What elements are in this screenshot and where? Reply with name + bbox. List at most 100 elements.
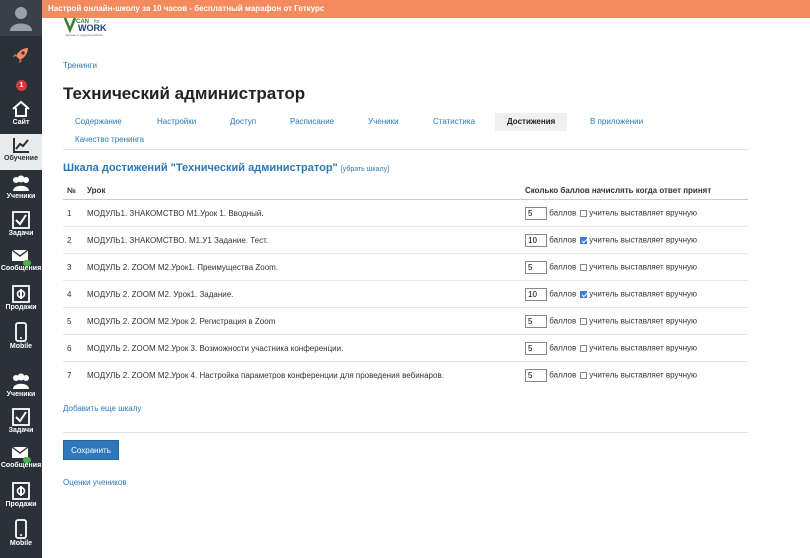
sidebar-item-mobile[interactable]: Mobile (0, 517, 42, 553)
tab-training-quality[interactable]: Качество тренинга (63, 131, 156, 149)
row-number: 3 (63, 253, 87, 281)
lesson-name: МОДУЛЬ 2. ZOOM М2.Урок 2. Регистрация в … (87, 307, 525, 335)
rocket-icon[interactable] (0, 40, 42, 70)
add-scale-link[interactable]: Добавить еще шкалу (63, 404, 141, 413)
points-input[interactable] (525, 314, 547, 328)
svg-text:WORK: WORK (78, 23, 107, 33)
manual-checkbox[interactable] (580, 344, 588, 352)
sidebar-item-messages[interactable]: Сообщения (0, 443, 42, 479)
sidebar-item-label: Сообщения (0, 462, 42, 469)
sidebar-item-students[interactable]: Ученики (0, 370, 42, 406)
tab-settings[interactable]: Настройки (145, 113, 208, 131)
points-unit: баллов (549, 289, 577, 299)
points-cell: баллов учитель выставляет вручную (525, 199, 748, 227)
sidebar-item-label: Задачи (8, 427, 34, 434)
table-row: 4 МОДУЛЬ 2. ZOOM М2. Урок1. Задание. бал… (63, 280, 748, 308)
points-unit: баллов (549, 343, 577, 353)
avatar[interactable] (0, 0, 42, 36)
points-input[interactable] (525, 260, 547, 274)
table-row: 3 МОДУЛЬ 2. ZOOM М2.Урок1. Преимущества … (63, 253, 748, 281)
sidebar-item-label: Продажи (5, 501, 37, 508)
manual-checkbox[interactable] (580, 209, 588, 217)
lesson-name: МОДУЛЬ 2. ZOOM М2.Урок 3. Возможности уч… (87, 334, 525, 362)
lesson-name: МОДУЛЬ 2. ZOOM М2.Урок 4. Настройка пара… (87, 361, 525, 388)
sidebar-item-learning[interactable]: Обучение (0, 134, 42, 170)
row-number: 5 (63, 307, 87, 335)
student-grades-link[interactable]: Оценки учеников (63, 478, 127, 487)
breadcrumb-trainings[interactable]: Тренинги (63, 61, 97, 70)
notification-badge[interactable]: 1 (16, 80, 27, 91)
points-cell: баллов учитель выставляет вручную (525, 280, 748, 308)
points-cell: баллов учитель выставляет вручную (525, 334, 748, 362)
manual-checkbox[interactable] (580, 263, 588, 271)
sidebar-item-site[interactable]: Сайт (0, 98, 42, 134)
manual-label: учитель выставляет вручную (589, 208, 698, 218)
remove-scale-link[interactable]: [убрать шкалу] (341, 166, 389, 173)
section-title: Шкала достижений "Технический администра… (63, 162, 338, 174)
table-row: 6 МОДУЛЬ 2. ZOOM М2.Урок 3. Возможности … (63, 334, 748, 362)
manual-checkbox[interactable] (580, 317, 588, 325)
lesson-name: МОДУЛЬ1. ЗНАКОМСТВО М1.Урок 1. Вводный. (87, 199, 525, 227)
manual-label: учитель выставляет вручную (589, 289, 698, 299)
sidebar-item-tasks[interactable]: Задачи (0, 209, 42, 245)
sidebar-item-label: Задачи (8, 230, 34, 237)
tab-access[interactable]: Доступ (218, 113, 268, 131)
phone-icon (15, 519, 27, 539)
lesson-name: МОДУЛЬ 2. ZOOM М2. Урок1. Задание. (87, 280, 525, 308)
page-title: Технический администратор (63, 84, 306, 103)
points-input[interactable] (525, 341, 547, 355)
row-number: 2 (63, 226, 87, 254)
tab-content[interactable]: Содержание (63, 113, 134, 131)
sidebar-item-label: Обучение (4, 155, 38, 162)
points-input[interactable] (525, 287, 547, 301)
message-count-dot (23, 457, 31, 463)
sidebar-item-sales[interactable]: Продажи (0, 480, 42, 516)
sidebar: 1 Сайт Обучение Ученики Задачи Сообщения… (0, 0, 42, 558)
school-logo[interactable]: CAN for WORK партнёр в трудоустройстве (63, 16, 118, 38)
sidebar-item-label: Mobile (9, 540, 33, 547)
achievement-table: № Урок Сколько баллов начислять когда от… (63, 181, 748, 388)
manual-checkbox[interactable] (580, 371, 588, 379)
tab-in-app[interactable]: В приложении (578, 113, 655, 131)
tab-achievements[interactable]: Достижения (495, 113, 568, 131)
column-header-points: Сколько баллов начислять когда ответ при… (525, 181, 748, 200)
points-unit: баллов (549, 208, 577, 218)
table-row: 1 МОДУЛЬ1. ЗНАКОМСТВО М1.Урок 1. Вводный… (63, 199, 748, 227)
sidebar-item-tasks[interactable]: Задачи (0, 406, 42, 442)
manual-label: учитель выставляет вручную (589, 235, 698, 245)
sidebar-item-mobile[interactable]: Mobile (0, 320, 42, 356)
achievement-scale-heading: Шкала достижений "Технический администра… (63, 162, 389, 174)
sidebar-item-sales[interactable]: Продажи (0, 283, 42, 319)
table-row: 7 МОДУЛЬ 2. ZOOM М2.Урок 4. Настройка па… (63, 361, 748, 388)
tab-statistics[interactable]: Статистика (421, 113, 487, 131)
row-number: 1 (63, 199, 87, 227)
sidebar-item-label: Ученики (6, 193, 36, 200)
sidebar-item-label: Сайт (12, 119, 30, 126)
manual-checkbox[interactable] (580, 236, 588, 244)
column-header-num: № (63, 181, 87, 200)
points-input[interactable] (525, 233, 547, 247)
sidebar-item-label: Сообщения (0, 265, 42, 272)
message-count-dot (23, 260, 31, 266)
users-icon (13, 175, 29, 191)
points-cell: баллов учитель выставляет вручную (525, 307, 748, 335)
sidebar-item-students[interactable]: Ученики (0, 172, 42, 208)
phone-icon (15, 322, 27, 342)
points-cell: баллов учитель выставляет вручную (525, 361, 748, 388)
row-number: 7 (63, 361, 87, 388)
points-input[interactable] (525, 206, 547, 220)
promo-banner[interactable]: Настрой онлайн-школу за 10 часов - беспл… (42, 0, 810, 18)
points-unit: баллов (549, 316, 577, 326)
manual-checkbox[interactable] (580, 290, 588, 298)
sidebar-item-messages[interactable]: Сообщения (0, 246, 42, 282)
save-button[interactable]: Сохранить (63, 440, 119, 460)
users-icon (13, 373, 29, 389)
points-unit: баллов (549, 235, 577, 245)
tab-schedule[interactable]: Расписание (278, 113, 346, 131)
training-tabs: Содержание Настройки Доступ Расписание У… (63, 113, 748, 150)
points-unit: баллов (549, 262, 577, 272)
points-input[interactable] (525, 368, 547, 382)
tab-students[interactable]: Ученики (356, 113, 411, 131)
home-icon (12, 100, 30, 117)
table-row: 5 МОДУЛЬ 2. ZOOM М2.Урок 2. Регистрация … (63, 307, 748, 335)
